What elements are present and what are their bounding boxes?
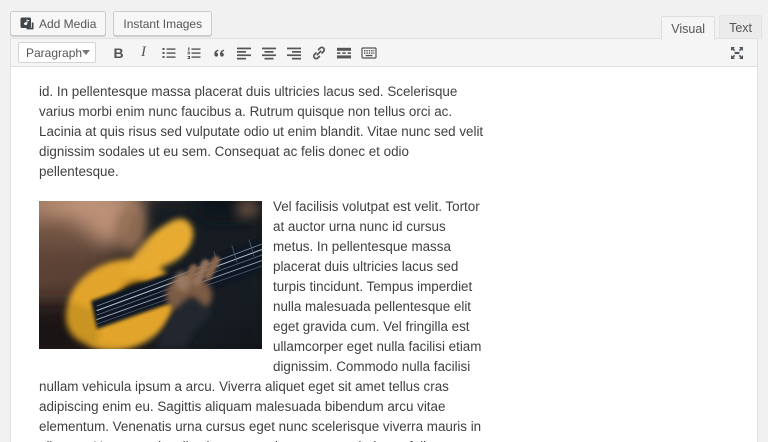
- instant-images-button[interactable]: Instant Images: [113, 11, 212, 36]
- keyboard-icon: [361, 45, 377, 61]
- formatting-toolbar: Paragraph B I: [11, 39, 757, 67]
- align-center-button[interactable]: [256, 42, 281, 64]
- paragraph-text[interactable]: id. In pellentesque massa placerat duis …: [39, 82, 484, 182]
- instant-images-label: Instant Images: [123, 17, 202, 31]
- numbered-list-button[interactable]: [181, 42, 206, 64]
- more-tag-icon: [336, 45, 352, 61]
- distraction-free-button[interactable]: [724, 42, 749, 64]
- insert-more-tag-button[interactable]: [331, 42, 356, 64]
- blockquote-icon: [211, 45, 227, 61]
- guitar-photo[interactable]: [39, 201, 262, 349]
- insert-link-button[interactable]: [306, 42, 331, 64]
- italic-button[interactable]: I: [131, 42, 156, 64]
- editor-container: Paragraph B I: [10, 38, 758, 442]
- link-icon: [311, 45, 327, 61]
- bold-button[interactable]: B: [106, 42, 131, 64]
- media-buttons-row: Add Media Instant Images: [10, 11, 212, 36]
- paragraph-format-select[interactable]: Paragraph: [18, 42, 96, 63]
- paragraph-with-image[interactable]: Vel facilisis volutpat est velit. Tortor…: [39, 197, 484, 442]
- add-media-label: Add Media: [39, 17, 96, 31]
- blockquote-button[interactable]: [206, 42, 231, 64]
- chevron-down-icon: [82, 50, 90, 55]
- fullscreen-expand-icon: [729, 45, 745, 61]
- tab-text[interactable]: Text: [719, 15, 762, 39]
- editor-content-body[interactable]: id. In pellentesque massa placerat duis …: [11, 67, 757, 442]
- format-select-value: Paragraph: [26, 46, 82, 60]
- tab-visual-label: Visual: [671, 22, 705, 36]
- align-right-button[interactable]: [281, 42, 306, 64]
- add-media-button[interactable]: Add Media: [10, 11, 106, 36]
- bold-icon: B: [113, 45, 123, 61]
- tab-text-label: Text: [729, 21, 752, 35]
- italic-icon: I: [141, 44, 146, 61]
- align-center-icon: [261, 45, 277, 61]
- tab-visual[interactable]: Visual: [661, 16, 715, 40]
- align-left-icon: [236, 45, 252, 61]
- add-media-icon: [20, 17, 34, 30]
- numbered-list-icon: [186, 45, 202, 61]
- align-left-button[interactable]: [231, 42, 256, 64]
- bulleted-list-button[interactable]: [156, 42, 181, 64]
- bulleted-list-icon: [161, 45, 177, 61]
- editor-mode-tabs: Visual Text: [661, 15, 762, 39]
- content-column: id. In pellentesque massa placerat duis …: [39, 82, 484, 442]
- align-right-icon: [286, 45, 302, 61]
- toolbar-toggle-button[interactable]: [356, 42, 381, 64]
- wordpress-editor-page: { "media_bar": { "add_media_label": "Add…: [0, 0, 768, 442]
